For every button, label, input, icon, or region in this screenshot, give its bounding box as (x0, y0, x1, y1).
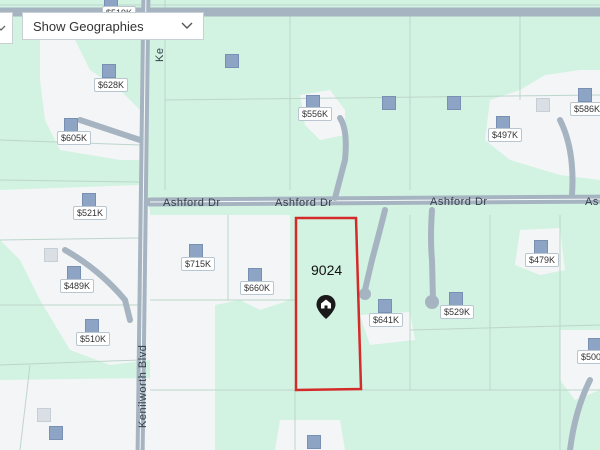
parcel-id-label: 9024 (311, 262, 343, 278)
property-pin[interactable] (225, 54, 239, 68)
property-pin[interactable] (64, 118, 78, 132)
collapsed-dropdown-edge[interactable] (0, 12, 13, 44)
property-pin[interactable] (102, 64, 116, 78)
price-label[interactable]: $715K (181, 257, 216, 271)
road-label-kenilworth-top: Ke (154, 47, 166, 62)
property-pin[interactable] (37, 408, 51, 422)
price-label[interactable]: $660K (240, 281, 275, 295)
price-label[interactable]: $500K (577, 350, 600, 364)
chevron-down-icon (0, 25, 6, 31)
property-pin[interactable] (248, 268, 262, 282)
property-pin[interactable] (578, 88, 592, 102)
road-label-ashford-1: Ashford Dr (163, 197, 221, 209)
property-pin[interactable] (449, 292, 463, 306)
price-label[interactable]: $628K (94, 78, 129, 92)
show-geographies-label: Show Geographies (33, 18, 144, 34)
property-pin[interactable] (307, 435, 321, 449)
property-pin[interactable] (67, 266, 81, 280)
property-pin[interactable] (189, 244, 203, 258)
price-label[interactable]: $510K (76, 332, 111, 346)
road-label-kenilworth: Kenilworth Blvd (137, 344, 149, 428)
property-pin[interactable] (85, 319, 99, 333)
property-pin[interactable] (534, 240, 548, 254)
property-pin[interactable] (378, 299, 392, 313)
map-base-layer (0, 0, 600, 450)
chevron-down-icon (181, 22, 193, 29)
home-location-icon[interactable] (316, 295, 336, 324)
map-view[interactable]: Ke Ashford Dr Ashford Dr Ashford Dr Keni… (0, 0, 600, 450)
road-label-ashford-edge: As (585, 196, 599, 208)
price-label[interactable]: $641K (369, 313, 404, 327)
price-label[interactable]: $529K (440, 305, 475, 319)
property-pin[interactable] (536, 98, 550, 112)
road-label-ashford-3: Ashford Dr (430, 196, 488, 208)
price-label[interactable]: $521K (73, 206, 108, 220)
price-label[interactable]: $586K (570, 102, 600, 116)
road-label-ashford-2: Ashford Dr (275, 197, 333, 209)
property-pin[interactable] (447, 96, 461, 110)
property-pin[interactable] (382, 96, 396, 110)
price-label[interactable]: $497K (488, 128, 523, 142)
property-pin[interactable] (44, 248, 58, 262)
price-label[interactable]: $479K (525, 253, 560, 267)
price-label[interactable]: $605K (57, 131, 92, 145)
show-geographies-select[interactable]: Show Geographies (22, 12, 204, 40)
property-pin[interactable] (82, 193, 96, 207)
property-pin[interactable] (49, 426, 63, 440)
price-label[interactable]: $489K (60, 279, 95, 293)
price-label[interactable]: $556K (298, 107, 333, 121)
